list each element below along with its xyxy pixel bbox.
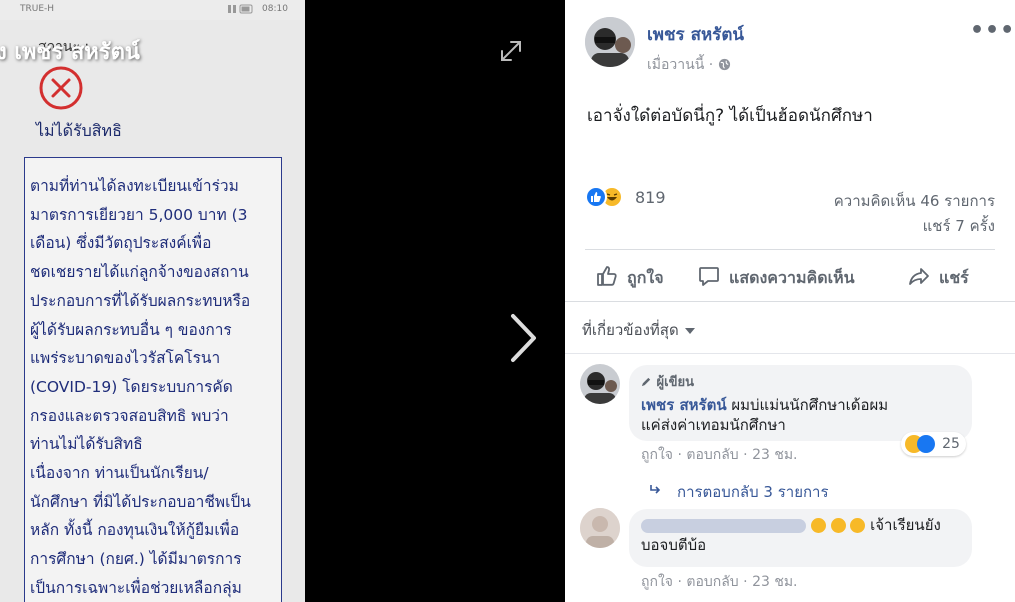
comment-sort-dropdown[interactable]: ที่เกี่ยวข้องที่สุด <box>582 318 695 342</box>
comment-bubble: เจ้าเรียนยัง บอจบตีบ้อ <box>629 509 972 567</box>
like-reaction-icon <box>917 434 935 453</box>
comment-like-link[interactable]: ถูกใจ <box>641 447 673 463</box>
comment-time[interactable]: 23 ชม. <box>752 447 797 463</box>
notice-line: ชดเชยรายได้แก่ลูกจ้างของสถาน <box>30 263 249 282</box>
post-time[interactable]: เมื่อวานนี้ <box>647 57 704 73</box>
notice-line: ผู้ได้รับผลกระทบอื่น ๆ ของการ <box>30 320 232 339</box>
comment-author-name[interactable]: เพชร สหรัตน์ <box>641 396 727 414</box>
comment-reactions[interactable]: 25 <box>901 432 966 456</box>
post-timestamp: เมื่อวานนี้ · <box>647 54 731 76</box>
comment-reaction-count: 25 <box>942 435 960 452</box>
comment-actions: ถูกใจ · ตอบกลับ · 23 ชม. <box>641 574 798 590</box>
comment-sort-label: ที่เกี่ยวข้องที่สุด <box>582 321 679 339</box>
avatar[interactable] <box>585 17 635 67</box>
notice-line: (COVID-19) โดยระบบการคัด <box>30 377 233 396</box>
notice-line: กรองและตรวจสอบสิทธิ พบว่า <box>30 406 229 425</box>
author-badge-label: ผู้เขียน <box>656 375 694 390</box>
comment-text: เพชร สหรัตน์ ผมบ่แม่นนักศึกษาเด้อผม แค่ส… <box>641 395 960 435</box>
comment-text-line: ผมบ่แม่นนักศึกษาเด้อผม <box>731 396 889 414</box>
notice-box: ตามที่ท่านได้ลงทะเบียนเข้าร่วม มาตรการเย… <box>24 157 282 602</box>
comment-time[interactable]: 23 ชม. <box>752 574 797 590</box>
notice-line: ตามที่ท่านได้ลงทะเบียนเข้าร่วม <box>30 177 239 195</box>
comment-reply-link[interactable]: ตอบกลับ <box>686 447 738 463</box>
battery-icon <box>228 4 256 17</box>
thumbs-up-icon <box>597 266 617 286</box>
comment-text-line: แค่ส่งค่าเทอมนักศึกษา <box>641 416 786 434</box>
expand-icon[interactable] <box>498 38 524 64</box>
comment-text-line: บอจบตีบ้อ <box>641 536 707 554</box>
notice-line: แพร่ระบาดของไวรัสโคโรนา <box>30 349 221 368</box>
rejected-status-text: ไม่ได้รับสิทธิ <box>36 121 122 140</box>
blurred-author-name[interactable] <box>641 518 806 533</box>
notice-line: เป็นการเฉพาะเพื่อช่วยเหลือกลุ่ม <box>30 578 242 597</box>
divider <box>565 301 1015 302</box>
rejected-x-icon <box>39 66 83 110</box>
pencil-icon <box>641 377 651 387</box>
haha-emoji-icon <box>830 518 846 533</box>
more-dots-icon[interactable]: ••• <box>970 18 1015 43</box>
comment-like-link[interactable]: ถูกใจ <box>641 574 673 590</box>
reply-arrow-icon <box>650 485 661 494</box>
meta-separator: · <box>708 57 714 73</box>
comment-actions: ถูกใจ · ตอบกลับ · 23 ชม. <box>641 447 798 463</box>
notice-line: นักศึกษา ที่มิได้ประกอบอาชีพเป็น <box>30 492 251 511</box>
phone-clock: 08:10 <box>262 4 288 14</box>
notice-line: การศึกษา (กยศ.) ได้มีมาตรการ <box>30 550 242 569</box>
shares-count-link[interactable]: แชร์ 7 ครั้ง <box>923 214 995 238</box>
photo-screenshot: TRUE-H 08:10 สถานะ : ไม่ได้รับสิทธิ ตามท… <box>0 0 305 602</box>
share-button-label: แชร์ <box>939 268 969 287</box>
comment-reply-link[interactable]: ตอบกลับ <box>686 574 738 590</box>
like-button-label: ถูกใจ <box>627 268 664 287</box>
phone-status-bar: TRUE-H 08:10 <box>0 0 305 20</box>
comment-text-line: เจ้าเรียนยัง <box>870 516 941 534</box>
overlay-name-caption: ง เพชร สหรัตน์ <box>0 40 140 65</box>
share-arrow-icon <box>909 268 929 285</box>
comments-count-link[interactable]: ความคิดเห็น 46 รายการ <box>834 189 995 213</box>
divider <box>565 353 1015 354</box>
view-replies-link[interactable]: การตอบกลับ 3 รายการ <box>677 480 829 504</box>
author-badge: ผู้เขียน <box>641 371 960 392</box>
next-photo-icon[interactable] <box>508 312 538 364</box>
notice-line: ประกอบการที่ได้รับผลกระทบหรือ <box>30 291 251 310</box>
comment-button-label: แสดงความคิดเห็น <box>729 268 855 287</box>
reaction-count[interactable]: 819 <box>635 188 666 207</box>
notice-line: หลัก ทั้งนี้ กองทุนเงินให้กู้ยืมเพื่อ <box>30 521 240 540</box>
comment-text: เจ้าเรียนยัง บอจบตีบ้อ <box>641 515 960 555</box>
comment-bubble: ผู้เขียน เพชร สหรัตน์ ผมบ่แม่นนักศึกษาเด… <box>629 365 972 441</box>
notice-line: เดือน) ซึ่งมีวัตถุประสงค์เพื่อ <box>30 234 212 253</box>
carrier-label: TRUE-H <box>20 4 55 14</box>
post-text: เอาจั่งใด๋ต่อบัดนี่กู? ได้เป็นฮ้อดนักศึก… <box>587 106 873 126</box>
globe-icon <box>718 58 730 71</box>
notice-line: ท่านไม่ได้รับสิทธิ <box>30 435 143 454</box>
notice-line: เนื่องจาก ท่านเป็นนักเรียน/ <box>30 464 209 483</box>
notice-line: มาตรการเยียวยา 5,000 บาท (3 <box>30 205 248 224</box>
divider <box>585 249 995 250</box>
comment-avatar[interactable] <box>580 364 620 404</box>
haha-emoji-icon <box>810 518 826 533</box>
like-reaction-icon <box>585 186 607 208</box>
comment-bubble-icon <box>699 267 719 286</box>
post-author-name[interactable]: เพชร สหรัตน์ <box>647 21 744 48</box>
photo-viewer[interactable]: TRUE-H 08:10 สถานะ : ไม่ได้รับสิทธิ ตามท… <box>0 0 565 602</box>
post-panel: เพชร สหรัตน์ เมื่อวานนี้ · ••• เอาจั่งใด… <box>565 0 1015 602</box>
caret-down-icon <box>684 327 695 334</box>
comment-avatar[interactable] <box>580 508 620 548</box>
haha-emoji-icon <box>850 518 866 533</box>
